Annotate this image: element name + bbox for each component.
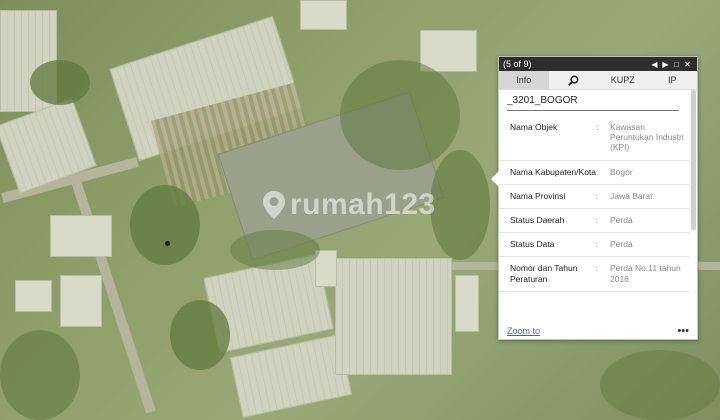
attribute-separator: : [596,256,610,292]
table-row: Nomor dan Tahun Peraturan : Perda No.11 … [499,256,689,292]
location-marker[interactable] [165,241,170,246]
attribute-separator: : [596,160,610,185]
table-row: Nama Objek : Kawasan Peruntukan Industri… [499,116,689,161]
attribute-value: Kawasan Peruntukan Industri (KPI) [610,116,689,161]
pin-logo-icon [263,191,285,219]
previous-feature-button[interactable]: ◀ [649,60,660,69]
attribute-separator: : [596,116,610,161]
tab-search[interactable] [549,71,599,89]
attribute-value: Perda No.11 tahun 2016 [610,256,689,292]
table-row: Status Daerah : Perda [499,208,689,234]
zoom-to-link[interactable]: Zoom to [507,326,677,336]
tab-info[interactable]: Info [499,71,549,89]
feature-counter: (5 of 9) [503,59,532,69]
attribute-value: Bogor [610,160,689,185]
attribute-value: Jawa Barat [610,184,689,209]
popup-scrollbar[interactable] [691,90,696,230]
next-feature-button[interactable]: ▶ [660,60,671,69]
watermark-text: rumah123 [290,188,436,221]
popup-footer: Zoom to ••• [499,323,697,339]
attribute-key: Nomor dan Tahun Peraturan [499,256,596,292]
attribute-key: Nama Kabupaten/Kota [499,160,596,185]
attribute-value: Perda [610,232,689,258]
popup-header: (5 of 9) ◀ ▶ □ ✕ [499,57,697,71]
attribute-key: Nama Provinsi [499,184,596,209]
attribute-separator: : [596,208,610,234]
attribute-table: Nama Objek : Kawasan Peruntukan Industri… [499,116,689,292]
attribute-key: Status Daerah [499,208,596,234]
table-row: Nama Provinsi : Jawa Barat [499,184,689,209]
attribute-separator: : [596,232,610,258]
attribute-key: Nama Objek [499,116,596,161]
popup-tabs: Info KUPZ IP [499,71,697,90]
more-icon[interactable]: ••• [677,325,689,337]
attribute-value: Perda [610,208,689,234]
popup-content[interactable]: _3201_BOGOR Nama Objek : Kawasan Peruntu… [499,90,689,323]
feature-info-popup: (5 of 9) ◀ ▶ □ ✕ Info KUPZ IP _3201_BOGO… [491,56,698,340]
maximize-button[interactable]: □ [671,60,682,69]
attribute-separator: : [596,184,610,209]
close-button[interactable]: ✕ [682,60,693,69]
table-row: Status Data : Perda [499,232,689,258]
watermark: rumah123 [262,188,436,222]
feature-title: _3201_BOGOR [507,95,679,111]
tab-ip[interactable]: IP [648,71,698,89]
attribute-key: Status Data [499,232,596,258]
table-row: Nama Kabupaten/Kota : Bogor [499,160,689,185]
tab-kupz[interactable]: KUPZ [598,71,648,89]
search-icon [568,75,579,86]
